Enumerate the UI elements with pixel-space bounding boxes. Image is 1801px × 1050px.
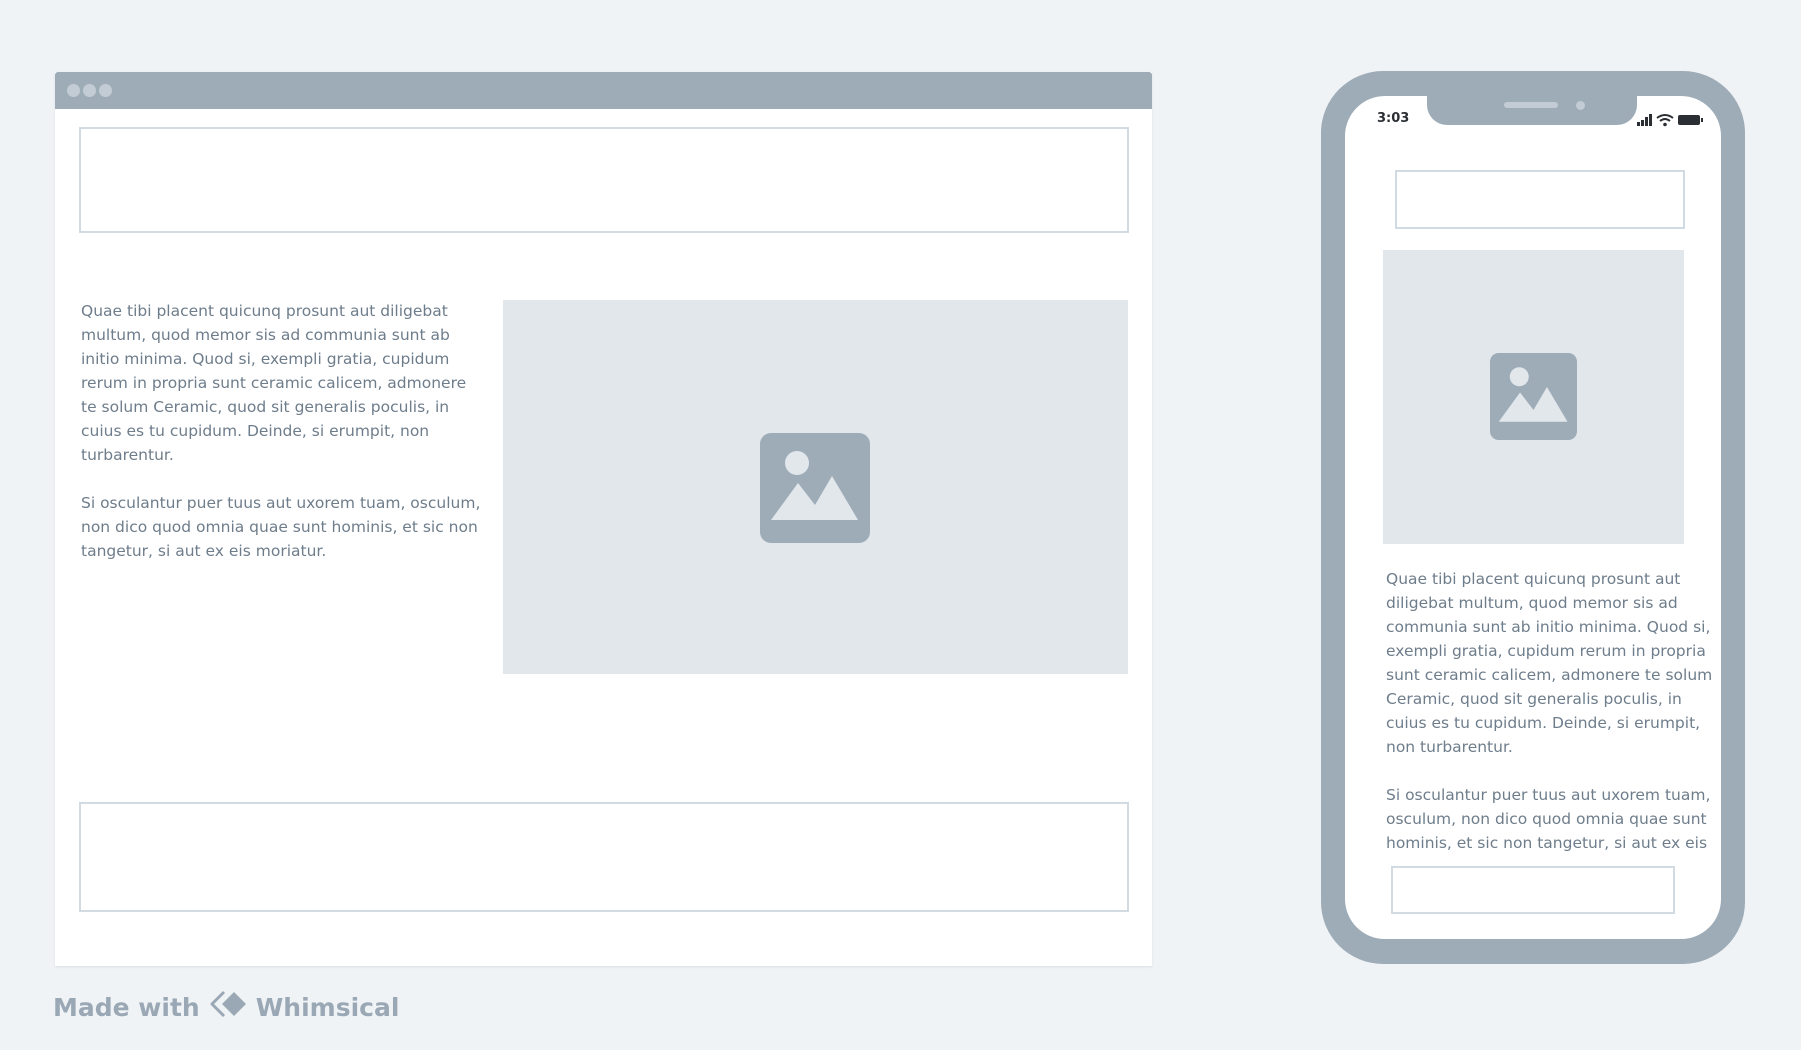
browser-wireframe: Quae tibi placent quicunq prosunt aut di… bbox=[55, 72, 1152, 966]
body-paragraph: Si osculantur puer tuus aut uxorem tuam,… bbox=[81, 494, 481, 560]
header-box bbox=[79, 127, 1129, 233]
status-time: 3:03 bbox=[1377, 111, 1410, 126]
phone-body-paragraph: Quae tibi placent quicunq prosunt aut di… bbox=[1386, 570, 1713, 756]
image-placeholder bbox=[503, 300, 1128, 674]
phone-image-placeholder bbox=[1383, 250, 1684, 544]
made-with-whimsical[interactable]: Made with Whimsical bbox=[53, 990, 399, 1024]
footer-box bbox=[79, 802, 1129, 912]
made-with-label: Made with bbox=[53, 992, 200, 1022]
phone-body-paragraph: Si osculantur puer tuus aut uxorem tuam,… bbox=[1386, 786, 1711, 852]
phone-header-box bbox=[1395, 170, 1685, 229]
image-placeholder-icon bbox=[760, 433, 870, 543]
whimsical-brand: Whimsical bbox=[255, 992, 400, 1022]
window-dot-icon bbox=[67, 84, 80, 97]
battery-icon bbox=[1678, 115, 1703, 125]
phone-body-text: Quae tibi placent quicunq prosunt aut di… bbox=[1386, 567, 1721, 855]
window-dot-icon bbox=[83, 84, 96, 97]
phone-wireframe: 3:03 Quae tibi placent quicunq prosunt a… bbox=[1321, 71, 1745, 964]
phone-screen: 3:03 Quae tibi placent quicunq prosunt a… bbox=[1345, 96, 1721, 939]
whimsical-logo-icon bbox=[210, 990, 250, 1024]
image-placeholder-icon bbox=[1490, 353, 1577, 440]
speaker-icon bbox=[1504, 102, 1558, 108]
wifi-icon bbox=[1656, 114, 1674, 127]
body-text: Quae tibi placent quicunq prosunt aut di… bbox=[81, 299, 481, 563]
phone-footer-box bbox=[1391, 866, 1675, 914]
phone-notch bbox=[1427, 96, 1637, 125]
camera-icon bbox=[1576, 101, 1585, 110]
body-paragraph: Quae tibi placent quicunq prosunt aut di… bbox=[81, 302, 467, 464]
browser-title-bar bbox=[55, 72, 1152, 109]
status-icons bbox=[1637, 112, 1707, 131]
window-dot-icon bbox=[99, 84, 112, 97]
signal-icon bbox=[1637, 114, 1652, 126]
